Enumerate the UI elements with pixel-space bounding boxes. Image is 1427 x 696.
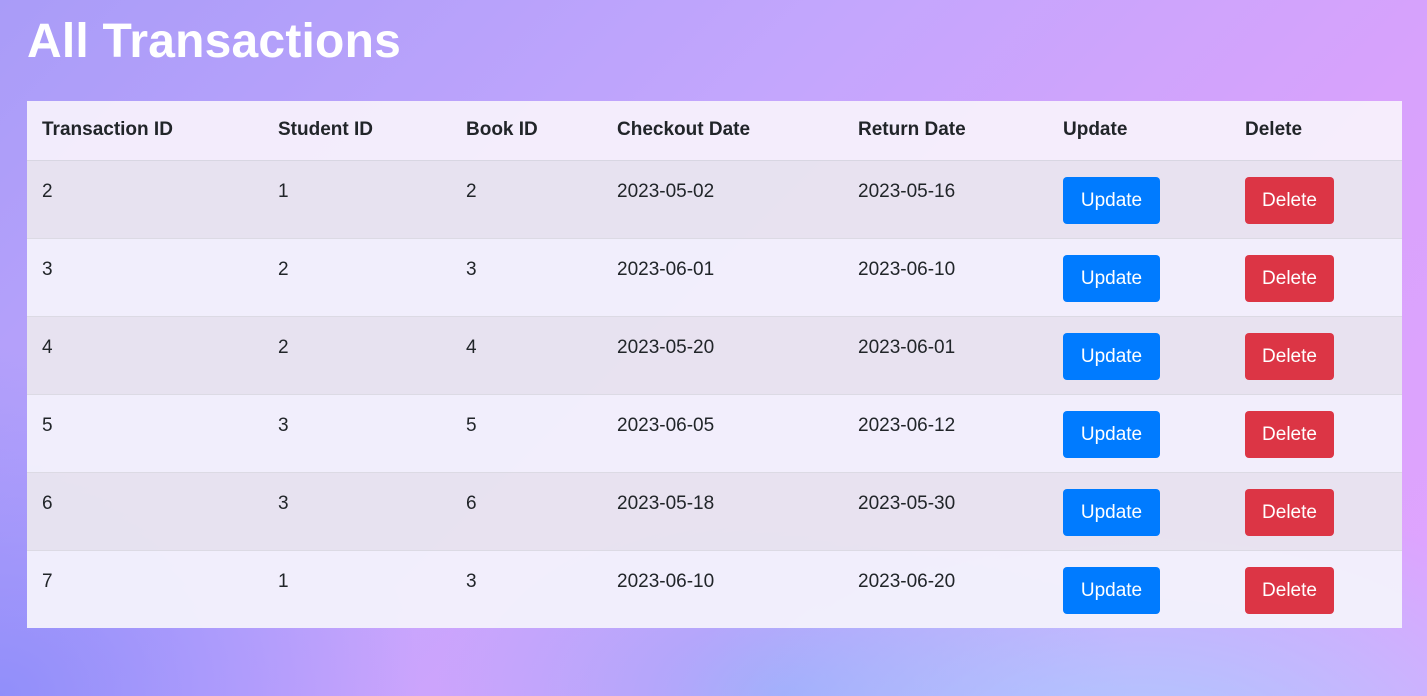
table-row: 6 3 6 2023-05-18 2023-05-30 Update Delet… — [27, 471, 1402, 550]
cell-book-id: 5 — [451, 393, 602, 472]
cell-transaction-id: 3 — [27, 237, 263, 316]
cell-transaction-id: 5 — [27, 393, 263, 472]
cell-return-date: 2023-06-10 — [843, 237, 1048, 316]
cell-student-id: 2 — [263, 237, 451, 316]
update-button[interactable]: Update — [1063, 332, 1160, 380]
cell-book-id: 4 — [451, 315, 602, 394]
cell-return-date: 2023-05-16 — [843, 159, 1048, 238]
cell-checkout-date: 2023-06-10 — [602, 549, 843, 628]
cell-book-id: 3 — [451, 237, 602, 316]
delete-button[interactable]: Delete — [1245, 254, 1334, 302]
cell-update: Update — [1048, 315, 1230, 394]
cell-delete: Delete — [1230, 471, 1402, 550]
table-row: 5 3 5 2023-06-05 2023-06-12 Update Delet… — [27, 393, 1402, 472]
cell-delete: Delete — [1230, 237, 1402, 316]
header-update: Update — [1048, 101, 1230, 161]
header-return-date: Return Date — [843, 101, 1048, 161]
cell-transaction-id: 2 — [27, 159, 263, 238]
cell-delete: Delete — [1230, 549, 1402, 628]
cell-checkout-date: 2023-05-20 — [602, 315, 843, 394]
transactions-table-container: Transaction ID Student ID Book ID Checko… — [27, 101, 1402, 628]
header-delete: Delete — [1230, 101, 1402, 161]
page-title: All Transactions — [27, 15, 401, 68]
cell-return-date: 2023-06-12 — [843, 393, 1048, 472]
cell-student-id: 1 — [263, 159, 451, 238]
table-header-row: Transaction ID Student ID Book ID Checko… — [27, 101, 1402, 161]
cell-transaction-id: 6 — [27, 471, 263, 550]
delete-button[interactable]: Delete — [1245, 176, 1334, 224]
cell-update: Update — [1048, 393, 1230, 472]
cell-update: Update — [1048, 237, 1230, 316]
cell-update: Update — [1048, 159, 1230, 238]
delete-button[interactable]: Delete — [1245, 566, 1334, 614]
cell-book-id: 2 — [451, 159, 602, 238]
cell-book-id: 6 — [451, 471, 602, 550]
cell-update: Update — [1048, 471, 1230, 550]
update-button[interactable]: Update — [1063, 488, 1160, 536]
delete-button[interactable]: Delete — [1245, 332, 1334, 380]
cell-checkout-date: 2023-05-18 — [602, 471, 843, 550]
header-student-id: Student ID — [263, 101, 451, 161]
cell-student-id: 1 — [263, 549, 451, 628]
table-row: 7 1 3 2023-06-10 2023-06-20 Update Delet… — [27, 549, 1402, 628]
update-button[interactable]: Update — [1063, 176, 1160, 224]
delete-button[interactable]: Delete — [1245, 488, 1334, 536]
transactions-table: Transaction ID Student ID Book ID Checko… — [27, 101, 1402, 628]
cell-transaction-id: 7 — [27, 549, 263, 628]
cell-student-id: 3 — [263, 471, 451, 550]
update-button[interactable]: Update — [1063, 254, 1160, 302]
cell-checkout-date: 2023-05-02 — [602, 159, 843, 238]
cell-update: Update — [1048, 549, 1230, 628]
cell-return-date: 2023-06-20 — [843, 549, 1048, 628]
cell-student-id: 3 — [263, 393, 451, 472]
cell-delete: Delete — [1230, 393, 1402, 472]
update-button[interactable]: Update — [1063, 566, 1160, 614]
cell-transaction-id: 4 — [27, 315, 263, 394]
table-row: 2 1 2 2023-05-02 2023-05-16 Update Delet… — [27, 159, 1402, 238]
header-transaction-id: Transaction ID — [27, 101, 263, 161]
cell-checkout-date: 2023-06-05 — [602, 393, 843, 472]
delete-button[interactable]: Delete — [1245, 410, 1334, 458]
table-row: 3 2 3 2023-06-01 2023-06-10 Update Delet… — [27, 237, 1402, 316]
cell-delete: Delete — [1230, 315, 1402, 394]
cell-return-date: 2023-06-01 — [843, 315, 1048, 394]
cell-checkout-date: 2023-06-01 — [602, 237, 843, 316]
table-row: 4 2 4 2023-05-20 2023-06-01 Update Delet… — [27, 315, 1402, 394]
cell-return-date: 2023-05-30 — [843, 471, 1048, 550]
header-checkout-date: Checkout Date — [602, 101, 843, 161]
cell-book-id: 3 — [451, 549, 602, 628]
cell-delete: Delete — [1230, 159, 1402, 238]
update-button[interactable]: Update — [1063, 410, 1160, 458]
header-book-id: Book ID — [451, 101, 602, 161]
cell-student-id: 2 — [263, 315, 451, 394]
